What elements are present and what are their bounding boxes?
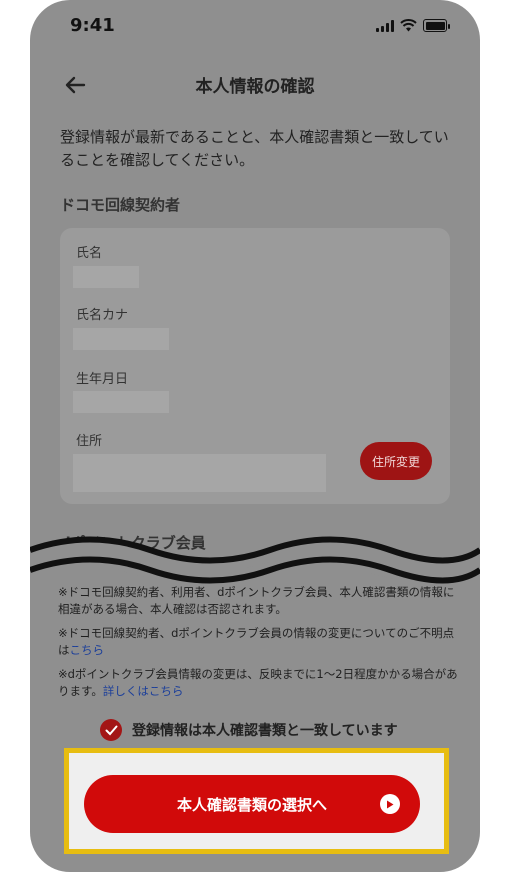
intro-text: 登録情報が最新であることと、本人確認書類と一致していることを確認してください。 xyxy=(60,128,449,169)
cta-label: 本人確認書類の選択へ xyxy=(176,795,327,814)
status-icons xyxy=(376,19,450,32)
address-value xyxy=(73,454,326,492)
select-id-document-button[interactable]: 本人確認書類の選択へ xyxy=(84,775,420,833)
field-label-name-kana: 氏名カナ xyxy=(76,308,129,323)
field-label-birthdate: 生年月日 xyxy=(76,372,129,387)
note-mismatch: ※ドコモ回線契約者、利用者、dポイントクラブ会員、本人確認書類の情報に相違がある… xyxy=(58,585,455,616)
checkmark-icon[interactable] xyxy=(100,719,122,741)
signal-icon xyxy=(376,20,394,32)
contractor-info-card: 氏名 氏名カナ 生年月日 住所 住所変更 xyxy=(60,228,450,504)
section-contractor-title: ドコモ回線契約者 xyxy=(60,196,181,214)
note-update-delay: ※dポイントクラブ会員情報の変更は、反映までに1〜2日程度かかる場合があります。… xyxy=(58,667,458,698)
notes: ※ドコモ回線契約者、利用者、dポイントクラブ会員、本人確認書類の情報に相違がある… xyxy=(58,584,460,707)
battery-icon xyxy=(423,19,450,32)
page-title: 本人情報の確認 xyxy=(195,77,315,97)
name-kana-value xyxy=(73,328,169,350)
birthdate-value xyxy=(73,391,169,413)
note-inquiry: ※ドコモ回線契約者、dポイントクラブ会員の情報の変更についてのご不明点はこちら xyxy=(58,626,455,657)
name-value xyxy=(73,266,139,288)
field-label-name: 氏名 xyxy=(76,246,103,261)
status-time: 9:41 xyxy=(70,15,115,36)
field-label-address: 住所 xyxy=(76,434,103,449)
wifi-icon xyxy=(400,19,417,32)
play-circle-icon xyxy=(380,794,400,814)
inquiry-link[interactable]: こちら xyxy=(70,643,105,657)
phone-frame: 9:41 本人情報の確認 登録情報が最新であることと、本人確認書類と一致している… xyxy=(30,0,480,872)
address-change-button[interactable]: 住所変更 xyxy=(360,442,432,480)
confirm-label: 登録情報は本人確認書類と一致しています xyxy=(132,723,398,739)
details-link[interactable]: 詳しくはこちら xyxy=(103,684,184,698)
confirm-checkbox-row[interactable]: 登録情報は本人確認書類と一致しています xyxy=(100,719,398,741)
wave-divider xyxy=(30,536,480,584)
